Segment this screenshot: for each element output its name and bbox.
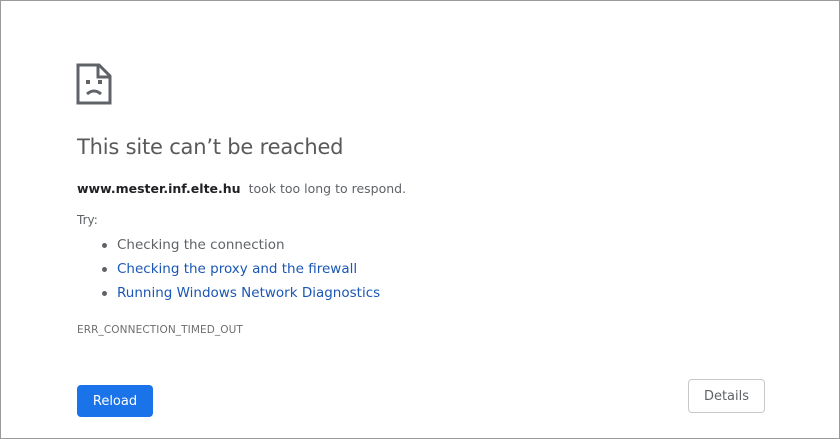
error-code: ERR_CONNECTION_TIMED_OUT — [77, 324, 243, 336]
suggestion-check-connection: Checking the connection — [101, 233, 380, 257]
suggestion-network-diagnostics-link[interactable]: Running Windows Network Diagnostics — [101, 281, 380, 305]
error-message: took too long to respond. — [248, 181, 407, 196]
sad-page-icon — [76, 63, 112, 105]
reload-button[interactable]: Reload — [77, 385, 153, 417]
error-summary: www.mester.inf.elte.hu took too long to … — [77, 181, 406, 196]
host-name: www.mester.inf.elte.hu — [77, 181, 241, 196]
error-page: This site can’t be reached www.mester.in… — [0, 0, 840, 439]
suggestion-check-proxy-link[interactable]: Checking the proxy and the firewall — [101, 257, 380, 281]
suggestion-list: Checking the connection Checking the pro… — [77, 233, 380, 305]
try-label: Try: — [77, 213, 98, 227]
page-title: This site can’t be reached — [77, 135, 344, 159]
details-button[interactable]: Details — [688, 379, 765, 413]
